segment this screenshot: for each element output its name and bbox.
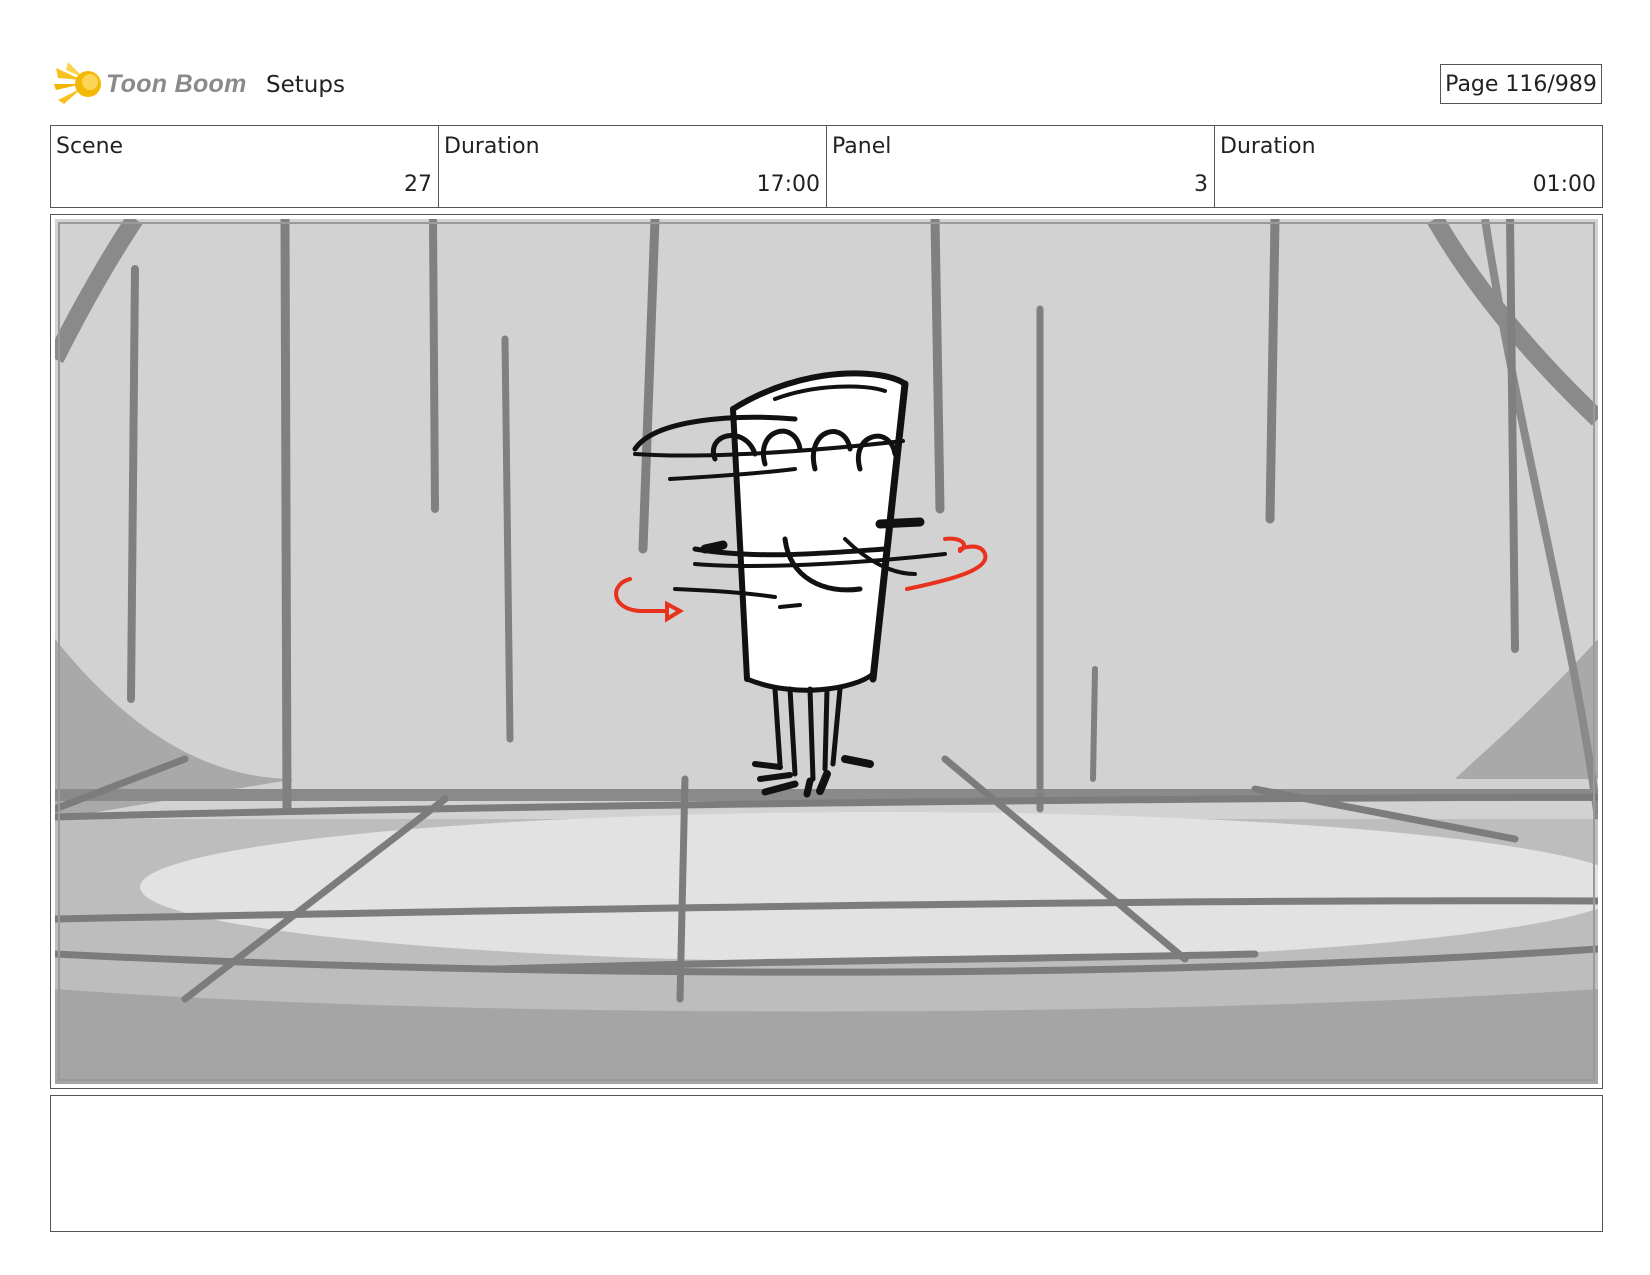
scene-duration-cell: Duration 17:00	[439, 126, 827, 207]
storyboard-panel-frame	[50, 214, 1603, 1089]
scene-value: 27	[404, 172, 432, 197]
page-indicator: Page 116/989	[1440, 64, 1602, 104]
toon-boom-logo: Toon Boom	[52, 56, 247, 112]
logo-text: Toon Boom	[106, 69, 247, 98]
scene-cell: Scene 27	[51, 126, 439, 207]
panel-duration-cell: Duration 01:00	[1215, 126, 1602, 207]
document-title: Setups	[266, 72, 345, 98]
panel-notes-box	[50, 1095, 1603, 1232]
panel-label: Panel	[832, 134, 892, 159]
panel-info-table: Scene 27 Duration 17:00 Panel 3 Duration…	[50, 125, 1603, 208]
scene-label: Scene	[56, 134, 124, 159]
storyboard-sketch-image	[55, 219, 1598, 1084]
panel-duration-value: 01:00	[1532, 172, 1596, 197]
scene-duration-value: 17:00	[756, 172, 820, 197]
panel-duration-label: Duration	[1220, 134, 1316, 159]
panel-cell: Panel 3	[827, 126, 1215, 207]
scene-duration-label: Duration	[444, 134, 540, 159]
panel-value: 3	[1194, 172, 1208, 197]
logo-burst-icon	[54, 62, 101, 104]
